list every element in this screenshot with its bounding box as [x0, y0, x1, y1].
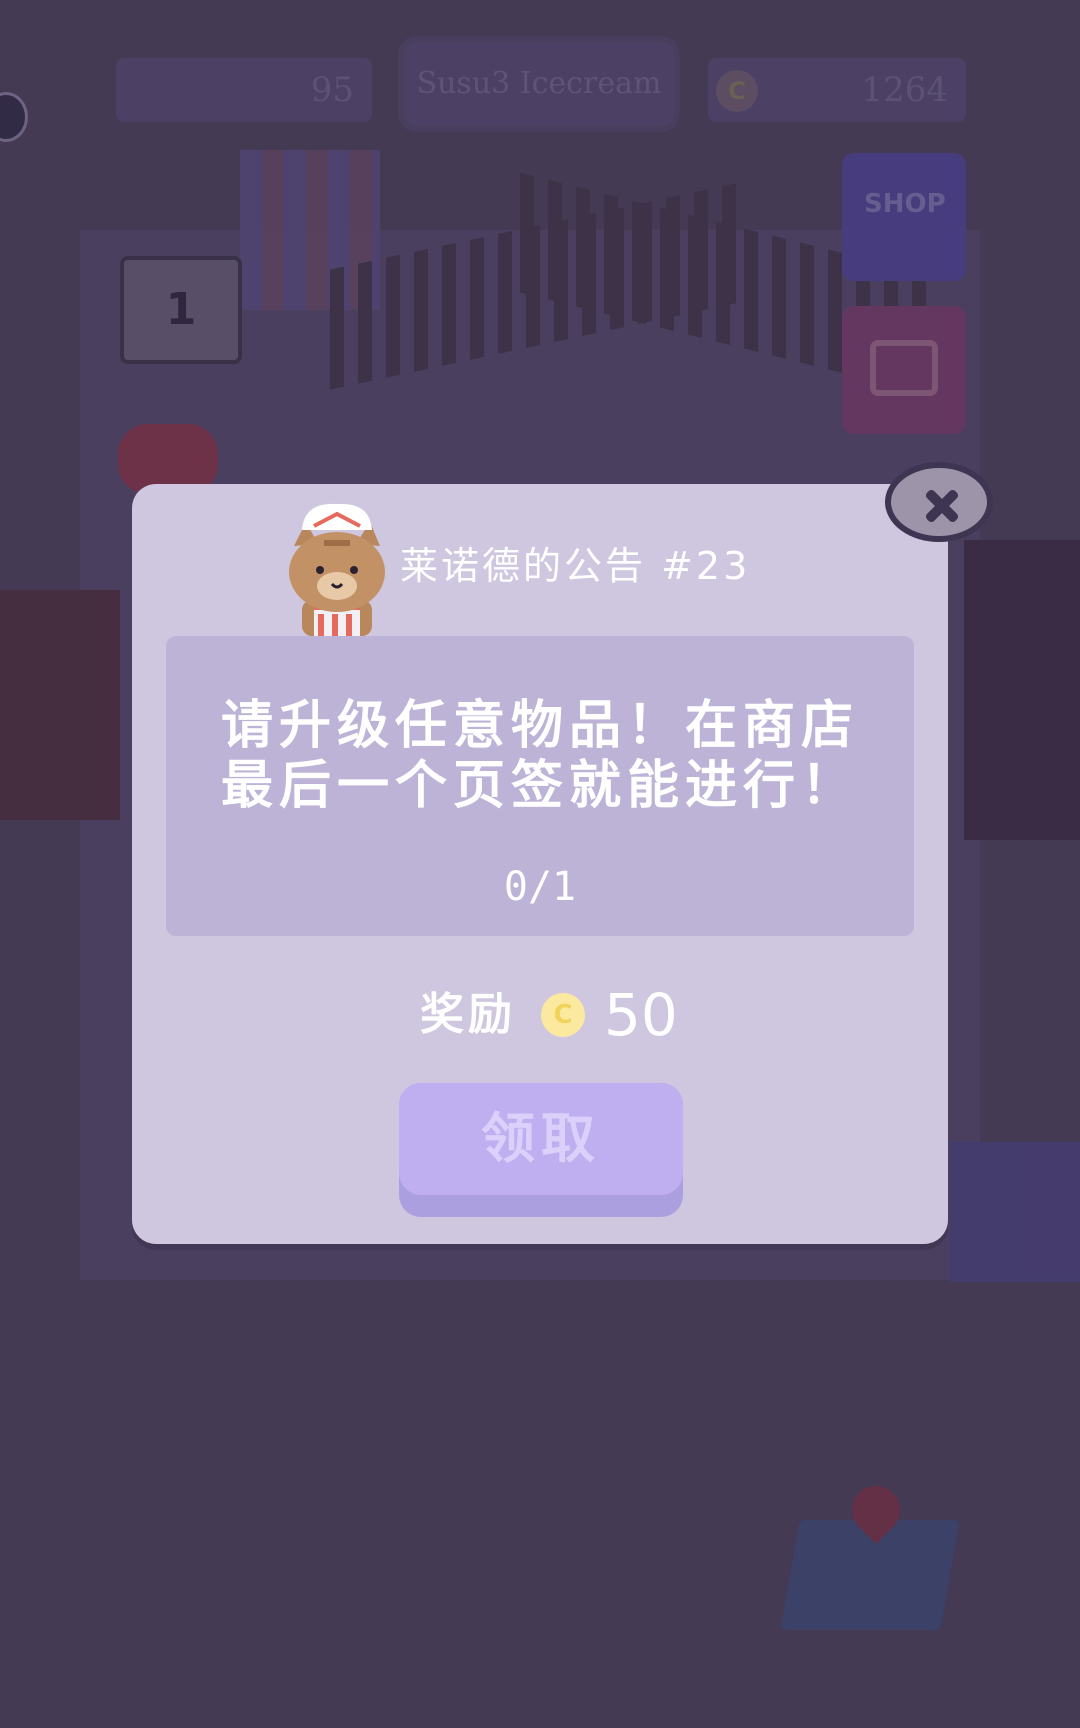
quest-progress: 0/1	[503, 864, 577, 910]
claim-button-label: 领取	[481, 1107, 601, 1170]
quest-message-line2: 最后一个页签就能进行！	[220, 756, 859, 816]
close-button[interactable]	[885, 462, 993, 542]
reward-label: 奖励	[420, 989, 516, 1040]
quest-message-line1: 请升级任意物品！在商店	[220, 696, 859, 756]
claim-button[interactable]: 领取	[399, 1083, 683, 1217]
message-box: 请升级任意物品！在商店 最后一个页签就能进行！ 0/1	[166, 636, 914, 936]
dialog-title: 莱诺德的公告 #23	[400, 544, 751, 588]
reward-row: 奖励 C 50	[0, 980, 1080, 1050]
coin-icon: C	[541, 993, 585, 1037]
reward-amount: 50	[604, 981, 678, 1049]
quest-message: 请升级任意物品！在商店 最后一个页签就能进行！	[166, 696, 914, 816]
cat-chef-avatar	[289, 503, 385, 636]
